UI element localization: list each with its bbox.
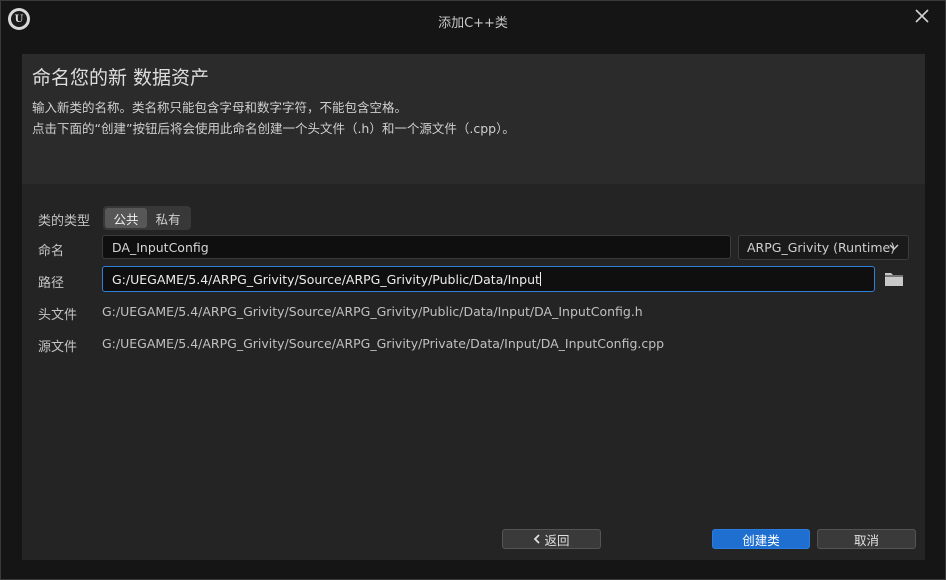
description-line-2: 点击下面的“创建”按钮后将会使用此命名创建一个头文件（.h）和一个源文件（.cp… [32, 121, 515, 136]
back-button-label: 返回 [544, 532, 570, 548]
module-dropdown-value: ARPG_Grivity (Runtime) [747, 240, 896, 255]
cancel-button[interactable]: 取消 [817, 529, 916, 549]
class-name-value: DA_InputConfig [112, 239, 209, 255]
back-button[interactable]: 返回 [502, 529, 601, 549]
class-type-toggle: 公共 私有 [103, 206, 191, 230]
class-type-private-option[interactable]: 私有 [147, 208, 189, 228]
close-icon[interactable] [913, 7, 931, 25]
name-label: 命名 [38, 244, 65, 259]
create-class-button-label: 创建类 [742, 532, 780, 548]
header-file-path: G:/UEGAME/5.4/ARPG_Grivity/Source/ARPG_G… [102, 304, 643, 319]
create-class-button[interactable]: 创建类 [712, 529, 810, 549]
header-block: 命名您的新 数据资产 输入新类的名称。类名称只能包含字母和数字字符，不能包含空格… [22, 54, 925, 184]
class-type-label: 类的类型 [38, 214, 91, 229]
class-name-input[interactable]: DA_InputConfig [102, 235, 731, 259]
window-title: 添加C++类 [438, 16, 508, 31]
title-bar: U 添加C++类 [1, 1, 945, 39]
header-file-label: 头文件 [38, 308, 78, 323]
description-line-1: 输入新类的名称。类名称只能包含字母和数字字符，不能包含空格。 [32, 100, 408, 115]
path-value: G:/UEGAME/5.4/ARPG_Grivity/Source/ARPG_G… [112, 271, 540, 287]
module-dropdown[interactable]: ARPG_Grivity (Runtime) [738, 235, 909, 260]
text-caret [539, 272, 541, 286]
cancel-button-label: 取消 [853, 532, 879, 548]
page-title: 命名您的新 数据资产 [32, 67, 210, 89]
source-file-label: 源文件 [38, 340, 78, 355]
chevron-down-icon [889, 244, 899, 250]
folder-icon[interactable] [885, 272, 903, 286]
class-type-public-option[interactable]: 公共 [105, 208, 147, 228]
dialog-content: 命名您的新 数据资产 输入新类的名称。类名称只能包含字母和数字字符，不能包含空格… [22, 54, 925, 560]
path-input[interactable]: G:/UEGAME/5.4/ARPG_Grivity/Source/ARPG_G… [102, 266, 875, 292]
add-cpp-class-dialog: U 添加C++类 命名您的新 数据资产 输入新类的名称。类名称只能包含字母和数字… [0, 0, 946, 580]
source-file-path: G:/UEGAME/5.4/ARPG_Grivity/Source/ARPG_G… [102, 336, 665, 351]
chevron-left-icon [534, 534, 541, 544]
path-label: 路径 [38, 276, 65, 291]
